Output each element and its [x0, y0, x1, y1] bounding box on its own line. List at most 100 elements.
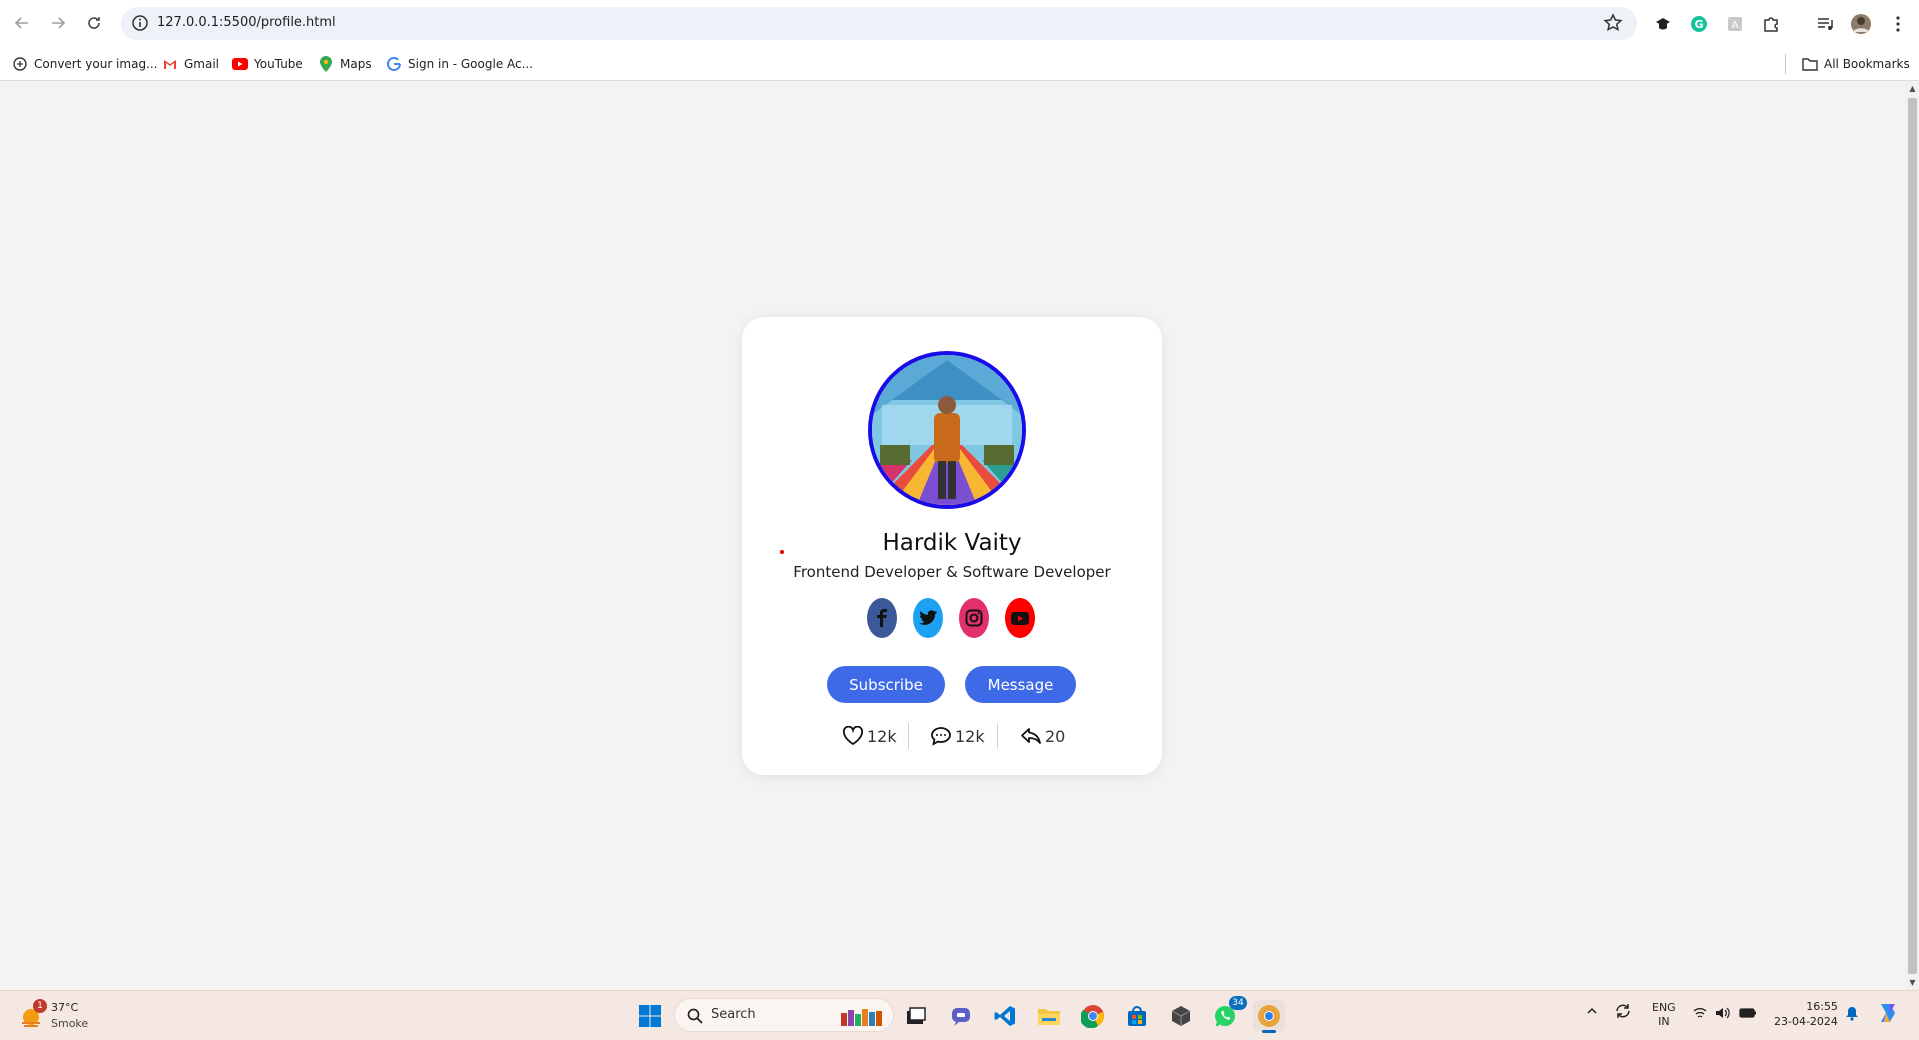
bookmark-label: Maps [340, 57, 372, 71]
notification-bell-icon[interactable] [1845, 1006, 1859, 1024]
stat-divider [908, 723, 909, 749]
address-bar[interactable]: 127.0.0.1:5500/profile.html [121, 7, 1637, 40]
taskbar-store[interactable] [1121, 1000, 1153, 1032]
instagram-link[interactable] [959, 598, 989, 638]
search-highlight-books-icon [841, 1009, 882, 1026]
youtube-icon [232, 56, 248, 72]
url-text[interactable]: 127.0.0.1:5500/profile.html [157, 15, 336, 30]
search-icon [687, 1008, 703, 1024]
page-viewport: Hardik Vaity Frontend Developer & Softwa… [0, 82, 1905, 990]
svg-text:A: A [1732, 20, 1739, 31]
bookmark-label: YouTube [254, 57, 303, 71]
chrome-canary-icon [1258, 1005, 1280, 1027]
browser-toolbar: 127.0.0.1:5500/profile.html G A [0, 0, 1919, 46]
profile-avatar-icon[interactable] [1850, 13, 1872, 35]
taskbar-chrome-active[interactable] [1253, 1000, 1285, 1033]
twitter-link[interactable] [913, 598, 943, 638]
taskbar-teams[interactable] [945, 1000, 977, 1032]
page-scrollbar[interactable]: ▲ ▼ [1905, 82, 1919, 990]
lang-line2: IN [1658, 1015, 1670, 1028]
language-indicator[interactable]: ENG IN [1652, 1001, 1676, 1029]
weather-widget[interactable]: 1 37°C Smoke [18, 999, 118, 1033]
stat-divider [997, 723, 998, 749]
reload-button[interactable] [82, 11, 106, 35]
bookmark-convert[interactable]: Convert your imag... [12, 53, 158, 75]
bookmark-google-signin[interactable]: Sign in - Google Ac... [386, 53, 533, 75]
scroll-down-arrow-icon[interactable]: ▼ [1908, 978, 1917, 988]
back-button[interactable] [10, 11, 34, 35]
youtube-link[interactable] [1005, 598, 1035, 638]
heart-icon [842, 726, 864, 746]
bookmark-gmail[interactable]: Gmail [162, 53, 219, 75]
comment-icon [931, 727, 951, 746]
comments-stat[interactable]: 12k [930, 724, 985, 748]
scroll-up-arrow-icon[interactable]: ▲ [1908, 84, 1917, 94]
clock[interactable]: 16:55 23-04-2024 [1774, 999, 1838, 1029]
bookmark-maps[interactable]: Maps [318, 53, 372, 75]
bookmark-label: Convert your imag... [34, 57, 158, 71]
youtube-icon [1011, 611, 1029, 625]
likes-stat[interactable]: 12k [842, 724, 897, 748]
windows-logo-icon [639, 1005, 661, 1027]
convert-icon [12, 56, 28, 72]
facebook-link[interactable] [867, 598, 897, 638]
taskbar-file-explorer[interactable] [1033, 1000, 1065, 1032]
taskbar-whatsapp[interactable]: 34 [1209, 996, 1247, 1032]
reload-icon [88, 17, 100, 29]
stats-row: 12k 12k 20 [742, 721, 1162, 751]
folder-icon [1802, 56, 1818, 72]
wifi-icon[interactable] [1693, 1007, 1707, 1022]
site-info-icon[interactable] [131, 14, 149, 32]
copilot-icon[interactable] [1876, 1002, 1900, 1027]
clock-time: 16:55 [1806, 1000, 1838, 1013]
tray-chevron-up-icon[interactable] [1586, 1005, 1598, 1020]
clock-date: 23-04-2024 [1774, 1015, 1838, 1028]
media-control-icon[interactable] [1814, 13, 1836, 35]
weather-temp: 37°C [51, 1001, 79, 1014]
taskbar-search[interactable]: Search [674, 998, 894, 1032]
gmail-icon [162, 56, 178, 72]
taskbar-3d-app[interactable] [1165, 1000, 1197, 1032]
forward-arrow-icon [52, 17, 66, 29]
profile-name: Hardik Vaity [882, 530, 1022, 556]
message-button[interactable]: Message [965, 666, 1076, 703]
all-bookmarks-button[interactable]: All Bookmarks [1802, 53, 1910, 75]
shares-stat[interactable]: 20 [1020, 724, 1065, 748]
menu-kebab-icon[interactable] [1887, 13, 1909, 35]
scroll-thumb[interactable] [1908, 98, 1917, 974]
vscode-icon [994, 1006, 1015, 1026]
teams-chat-icon [952, 1008, 970, 1026]
profile-role: Frontend Developer & Software Developer [793, 563, 1111, 581]
extension-cap-icon[interactable] [1652, 13, 1674, 35]
tray-sync-icon[interactable] [1614, 1003, 1632, 1022]
taskbar-chrome[interactable] [1077, 1000, 1109, 1032]
chrome-icon [1081, 1005, 1104, 1028]
reply-arrow-icon [1021, 728, 1041, 744]
social-links [867, 598, 1037, 638]
back-arrow-icon [14, 17, 28, 29]
search-placeholder: Search [711, 1007, 756, 1022]
likes-count: 12k [867, 726, 897, 746]
windows-taskbar: 1 37°C Smoke Search 34 ENG IN 16:55 23-0… [0, 990, 1919, 1040]
windows-start-button[interactable] [634, 1000, 666, 1032]
twitter-icon [919, 610, 937, 625]
all-bookmarks-label: All Bookmarks [1824, 57, 1910, 71]
forward-button[interactable] [46, 11, 70, 35]
taskbar-vscode[interactable] [989, 1000, 1021, 1032]
google-icon [386, 56, 402, 72]
subscribe-button[interactable]: Subscribe [827, 666, 945, 703]
svg-text:G: G [1694, 18, 1703, 31]
volume-icon[interactable] [1715, 1006, 1731, 1023]
grammarly-icon[interactable]: G [1688, 13, 1710, 35]
extension-grey-icon[interactable]: A [1724, 13, 1746, 35]
bookmark-youtube[interactable]: YouTube [232, 53, 303, 75]
profile-avatar [868, 351, 1026, 509]
extensions-puzzle-icon[interactable] [1760, 13, 1782, 35]
shares-count: 20 [1045, 726, 1066, 746]
battery-icon[interactable] [1739, 1007, 1757, 1022]
weather-condition: Smoke [51, 1017, 89, 1030]
profile-card: Hardik Vaity Frontend Developer & Softwa… [742, 317, 1162, 775]
bookmark-star-icon[interactable] [1603, 13, 1623, 33]
taskbar-taskview[interactable] [900, 1000, 932, 1032]
facebook-icon [877, 609, 887, 627]
